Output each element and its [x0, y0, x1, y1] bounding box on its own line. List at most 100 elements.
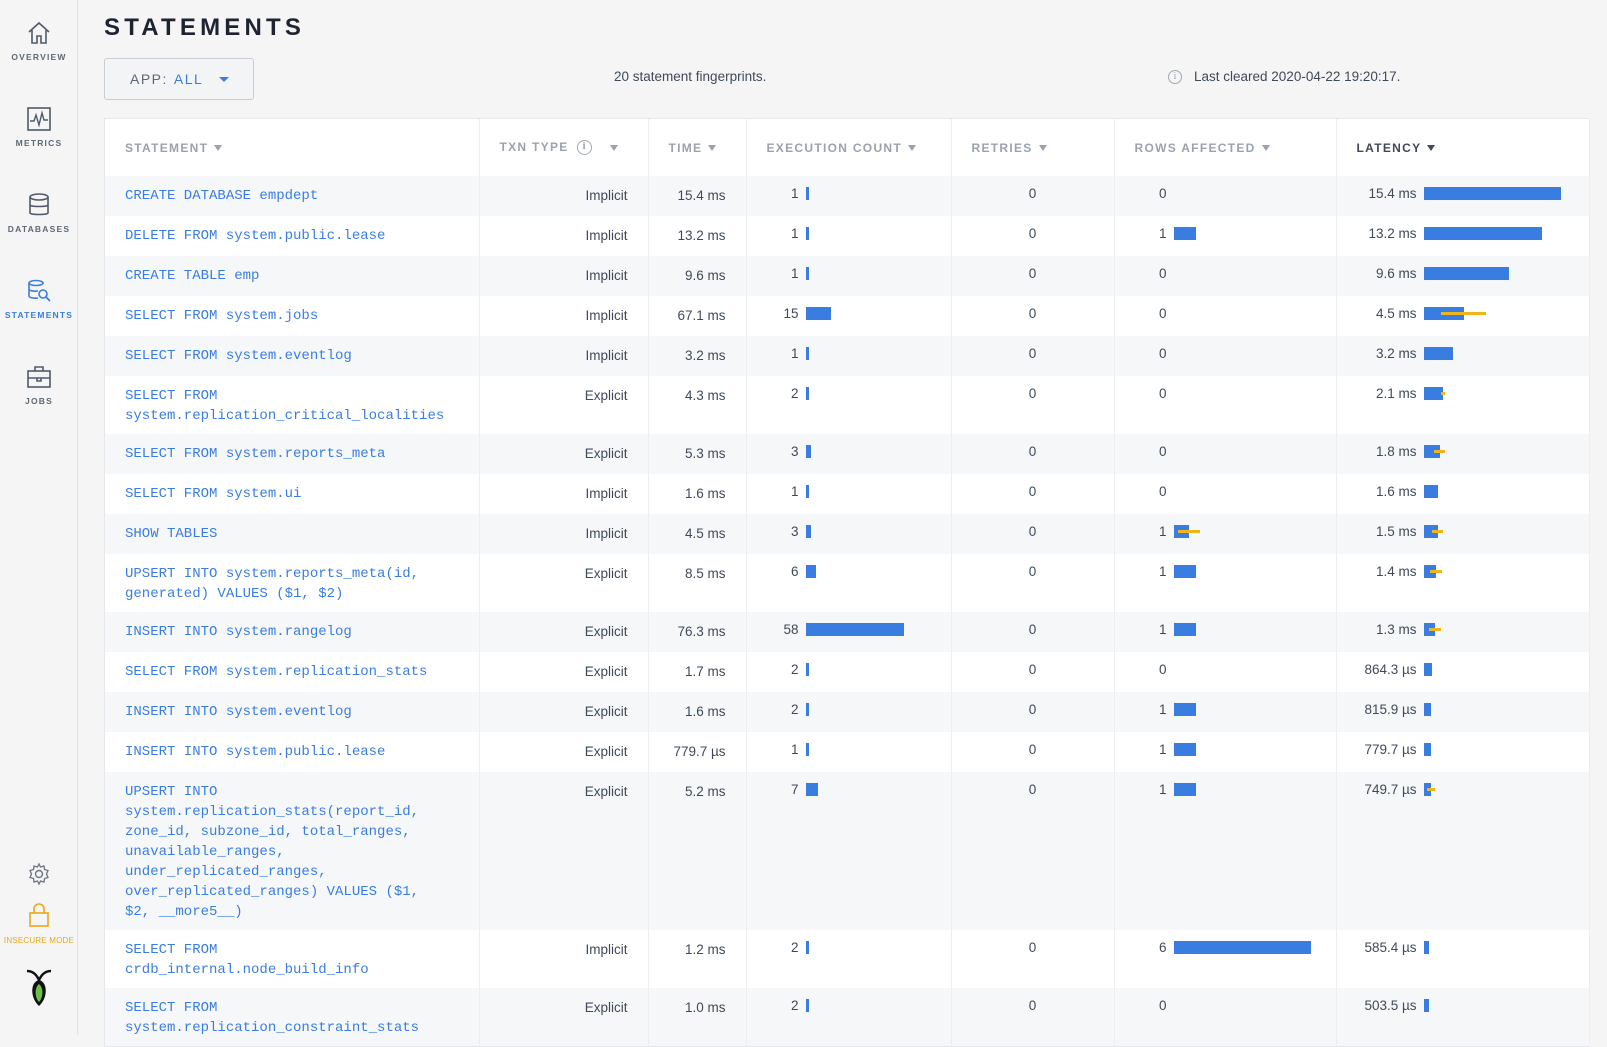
- latency-bar-group: 1.6 ms: [1337, 484, 1589, 499]
- rows-affected-cell: 0: [1114, 336, 1337, 376]
- txn-type: Implicit: [479, 474, 649, 514]
- statements-table: STATEMENT TXN TYPE i TIME EXECUTION COUNT…: [104, 118, 1590, 1047]
- latency-bar: [1423, 941, 1429, 954]
- time-value: 1.2 ms: [648, 930, 747, 988]
- latency-cell: 749.7 µs: [1336, 772, 1590, 930]
- latency-bar-group: 749.7 µs: [1337, 782, 1589, 797]
- table-body: CREATE DATABASE empdept Implicit 15.4 ms 1 0…: [105, 176, 1590, 1046]
- latency-cell: 15.4 ms: [1336, 176, 1590, 216]
- info-icon[interactable]: i: [1168, 69, 1182, 84]
- rows-affected-bar-group: 0: [1115, 266, 1336, 281]
- statement-link[interactable]: INSERT INTO system.eventlog: [105, 692, 480, 732]
- insecure-mode[interactable]: [0, 902, 78, 928]
- nav-databases[interactable]: DATABASES: [0, 192, 78, 234]
- execution-count-value: 1: [790, 226, 799, 241]
- header-time[interactable]: TIME: [648, 119, 747, 176]
- execution-count-value: 7: [790, 782, 799, 797]
- execution-count-value: 1: [790, 742, 799, 757]
- execution-count-cell: 1: [746, 732, 952, 772]
- rows-affected-bar: [1173, 703, 1196, 716]
- rows-affected-value: 0: [1158, 484, 1167, 499]
- latency-cell: 13.2 ms: [1336, 216, 1590, 256]
- txn-type: Explicit: [479, 772, 649, 930]
- sort-arrow-icon: [1261, 145, 1270, 152]
- execution-count-value: 6: [790, 564, 799, 579]
- rows-affected-value: 1: [1158, 226, 1167, 241]
- table-row: SELECT FROM system.ui Implicit 1.6 ms 1 0 0 1.…: [105, 474, 1590, 514]
- execution-count-bar-group: 1: [747, 346, 951, 361]
- nav-jobs[interactable]: JOBS: [0, 364, 78, 406]
- nav-metrics[interactable]: METRICS: [0, 106, 78, 148]
- statement-link[interactable]: CREATE TABLE emp: [105, 256, 480, 296]
- latency-bar-group: 2.1 ms: [1337, 386, 1589, 401]
- nav-statements[interactable]: STATEMENTS: [0, 278, 78, 320]
- latency-bar: [1423, 307, 1486, 320]
- latency-cell: 9.6 ms: [1336, 256, 1590, 296]
- execution-count-value: 1: [790, 484, 799, 499]
- retries-value: 0: [951, 732, 1115, 772]
- execution-count-value: 2: [790, 386, 799, 401]
- execution-count-cell: 1: [746, 216, 952, 256]
- statement-link[interactable]: SELECT FROM system.replication_stats: [105, 652, 480, 692]
- latency-deviation: [1433, 450, 1445, 453]
- latency-value: 864.3 µs: [1364, 662, 1417, 677]
- latency-cell: 864.3 µs: [1336, 652, 1590, 692]
- latency-cell: 1.8 ms: [1336, 434, 1590, 474]
- table-row: SELECT FROM system.reports_meta Explicit 5…: [105, 434, 1590, 474]
- app-select-dropdown[interactable]: APP: ALL: [104, 58, 254, 100]
- execution-count-cell: 1: [746, 336, 952, 376]
- table-row: CREATE DATABASE empdept Implicit 15.4 ms 1 0…: [105, 176, 1590, 216]
- logo[interactable]: [0, 968, 78, 1008]
- sort-arrow-icon: [214, 145, 223, 152]
- statement-link[interactable]: UPSERT INTO system.replication_stats(rep…: [105, 772, 480, 930]
- header-execution-count[interactable]: EXECUTION COUNT: [746, 119, 952, 176]
- header-txn-type[interactable]: TXN TYPE i: [479, 119, 649, 176]
- statement-link[interactable]: SELECT FROM system.jobs: [105, 296, 480, 336]
- header-rows-affected[interactable]: ROWS AFFECTED: [1114, 119, 1337, 176]
- page-title: STATEMENTS: [104, 14, 306, 41]
- execution-count-value: 2: [790, 940, 799, 955]
- header-retries[interactable]: RETRIES: [951, 119, 1115, 176]
- rows-affected-deviation: [1177, 530, 1200, 533]
- last-cleared-text: Last cleared 2020-04-22 19:20:17.: [1194, 69, 1401, 84]
- table-row: SHOW TABLES Implicit 4.5 ms 3 0 1 1.5 ms: [105, 514, 1590, 554]
- nav-overview[interactable]: OVERVIEW: [0, 20, 78, 62]
- statement-link[interactable]: CREATE DATABASE empdept: [105, 176, 480, 216]
- settings-button[interactable]: [0, 862, 78, 886]
- statement-link[interactable]: SELECT FROM system.eventlog: [105, 336, 480, 376]
- execution-count-bar-group: 2: [747, 940, 951, 955]
- latency-bar-group: 585.4 µs: [1337, 940, 1589, 955]
- statement-link[interactable]: SELECT FROM crdb_internal.node_build_inf…: [105, 930, 480, 988]
- execution-count-cell: 1: [746, 256, 952, 296]
- sidebar: OVERVIEW METRICS DATABASES STATEMENTS JO…: [0, 0, 78, 1035]
- lock-icon: [29, 903, 49, 927]
- nav-databases-label: DATABASES: [7, 224, 71, 234]
- rows-affected-cell: 0: [1114, 296, 1337, 336]
- info-icon[interactable]: i: [576, 140, 592, 156]
- statement-link[interactable]: SELECT FROM system.reports_meta: [105, 434, 480, 474]
- statement-link[interactable]: SELECT FROM system.ui: [105, 474, 480, 514]
- latency-cell: 503.5 µs: [1336, 988, 1590, 1046]
- home-icon: [28, 21, 50, 44]
- execution-count-bar: [805, 783, 818, 796]
- latency-bar: [1423, 227, 1542, 240]
- statement-link[interactable]: DELETE FROM system.public.lease: [105, 216, 480, 256]
- header-time-label: TIME: [668, 140, 703, 155]
- statement-link[interactable]: INSERT INTO system.public.lease: [105, 732, 480, 772]
- statement-link[interactable]: SHOW TABLES: [105, 514, 480, 554]
- header-latency[interactable]: LATENCY: [1336, 119, 1590, 176]
- rows-affected-bar-group: 1: [1115, 564, 1336, 579]
- statement-link[interactable]: INSERT INTO system.rangelog: [105, 612, 480, 652]
- header-statement[interactable]: STATEMENT: [105, 119, 480, 176]
- statements-icon: [28, 279, 51, 302]
- statement-link[interactable]: SELECT FROM system.replication_constrain…: [105, 988, 480, 1046]
- table-row: SELECT FROM crdb_internal.node_build_inf…: [105, 930, 1590, 988]
- rows-affected-cell: 0: [1114, 652, 1337, 692]
- rows-affected-cell: 1: [1114, 772, 1337, 930]
- txn-type: Explicit: [479, 692, 649, 732]
- latency-bar-group: 779.7 µs: [1337, 742, 1589, 757]
- rows-affected-cell: 0: [1114, 176, 1337, 216]
- execution-count-bar: [805, 743, 809, 756]
- statement-link[interactable]: UPSERT INTO system.reports_meta(id, gene…: [105, 554, 480, 612]
- statement-link[interactable]: SELECT FROM system.replication_critical_…: [105, 376, 480, 434]
